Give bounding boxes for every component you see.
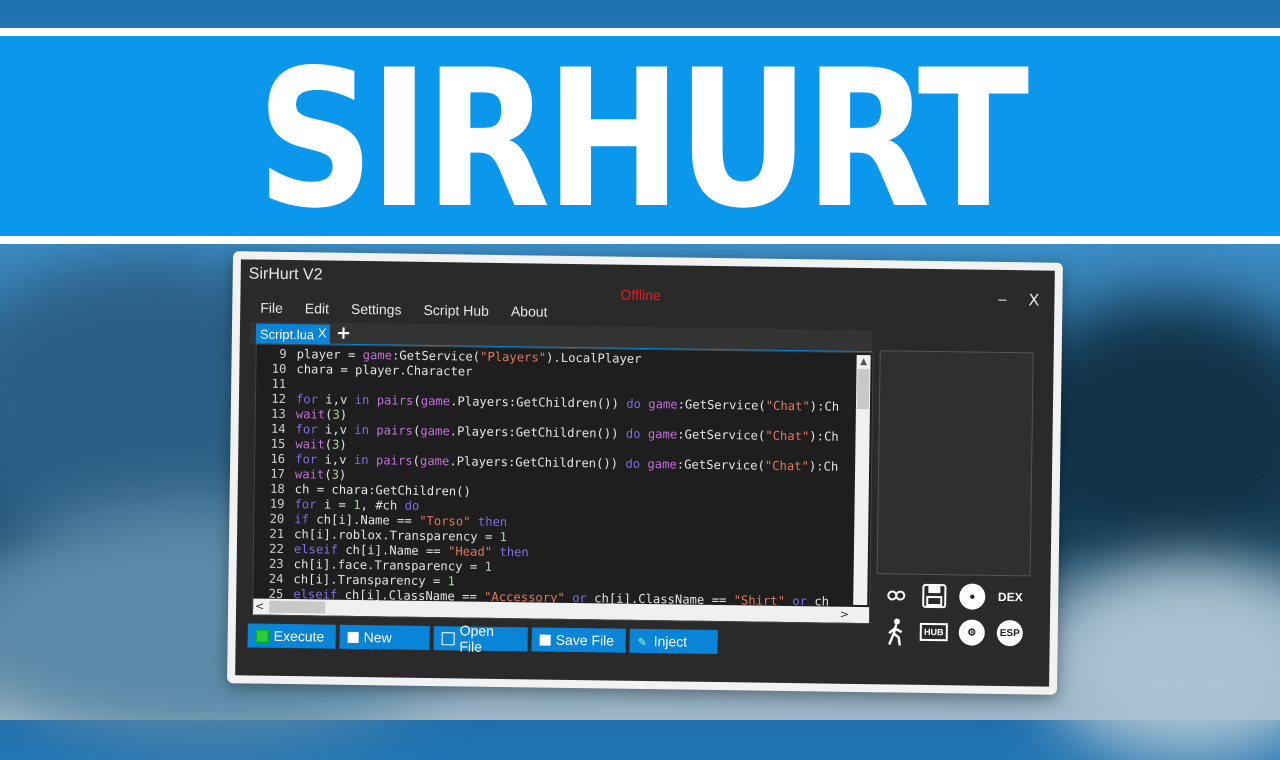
connection-status: Offline	[620, 287, 660, 304]
gears-icon[interactable]: ⚙	[956, 617, 988, 647]
vertical-scrollbar[interactable]: ▲	[853, 355, 870, 605]
line-code[interactable]: chara = player.Character	[296, 362, 472, 378]
line-number: 16	[255, 452, 285, 467]
window-title: SirHurt V2	[249, 265, 323, 284]
line-number: 10	[256, 362, 286, 377]
line-code[interactable]: ch[i].Transparency = 1	[293, 572, 455, 588]
title-banner: SIRHURT	[0, 36, 1280, 236]
esp-icon[interactable]: ESP	[994, 618, 1026, 648]
hub-scroll-icon[interactable]: HUB	[918, 617, 950, 647]
scroll-right-icon[interactable]: >	[840, 607, 849, 623]
app-window-frame: SirHurt V2 Offline _ X File Edit Setting…	[227, 251, 1063, 695]
new-button[interactable]: New	[340, 625, 430, 650]
line-number: 17	[255, 467, 285, 482]
line-code[interactable]: wait(3)	[295, 467, 347, 482]
code-lines[interactable]: 9player = game:GetService("Players").Loc…	[253, 347, 840, 610]
app-window: SirHurt V2 Offline _ X File Edit Setting…	[235, 259, 1055, 686]
line-code[interactable]: for i = 1, #ch do	[294, 497, 419, 513]
banner-title: SIRHURT	[256, 45, 1024, 235]
inject-label: Inject	[654, 633, 688, 649]
menu-about[interactable]: About	[503, 299, 556, 324]
menu-file[interactable]: File	[252, 296, 291, 321]
esp-label: ESP	[1000, 627, 1020, 638]
line-number: 23	[254, 557, 284, 572]
action-buttons: Execute New Open File Save File ✎ Inject	[248, 623, 718, 654]
line-code[interactable]: wait(3)	[295, 437, 347, 452]
line-code[interactable]: wait(3)	[296, 407, 348, 422]
walk-icon[interactable]	[880, 616, 912, 646]
menu-script-hub[interactable]: Script Hub	[415, 298, 497, 323]
tool-icons-grid: ● DEX HUB ⚙ ESP	[880, 580, 1031, 648]
menu-settings[interactable]: Settings	[343, 297, 410, 322]
tab-script-lua[interactable]: Script.lua X	[256, 324, 330, 345]
line-number: 9	[257, 347, 287, 362]
side-preview-panel	[877, 350, 1034, 576]
line-number: 22	[254, 542, 284, 557]
floppy-disk-icon[interactable]	[918, 581, 950, 611]
dex-label: DEX	[998, 590, 1023, 604]
new-file-icon	[348, 631, 359, 642]
hub-label: HUB	[920, 623, 948, 641]
execute-icon	[256, 629, 269, 642]
add-tab-icon[interactable]: +	[336, 323, 351, 344]
save-file-button[interactable]: Save File	[531, 627, 625, 652]
execute-label: Execute	[274, 628, 325, 645]
dex-icon[interactable]: DEX	[994, 582, 1026, 612]
line-number: 18	[255, 482, 285, 497]
new-label: New	[364, 629, 392, 645]
line-number: 11	[256, 377, 286, 392]
globe-icon[interactable]: ●	[956, 581, 988, 611]
background-water	[1040, 560, 1280, 760]
code-editor[interactable]: 9player = game:GetService("Players").Loc…	[252, 344, 874, 625]
inject-icon: ✎	[638, 635, 649, 646]
open-file-label: Open File	[459, 622, 520, 655]
menu-edit[interactable]: Edit	[297, 296, 337, 321]
tab-close-icon[interactable]: X	[318, 325, 327, 340]
line-number: 20	[254, 512, 284, 527]
line-number: 15	[255, 437, 285, 452]
menu-bar: File Edit Settings Script Hub About	[252, 296, 562, 324]
line-code[interactable]: if ch[i].Name == "Torso" then	[294, 512, 507, 529]
infinite-yield-icon[interactable]	[880, 580, 912, 610]
line-number: 21	[254, 527, 284, 542]
banner-bottom-stripe	[0, 236, 1280, 244]
line-number: 14	[255, 422, 285, 437]
save-file-label: Save File	[556, 632, 615, 649]
execute-button[interactable]: Execute	[248, 623, 336, 648]
open-file-button[interactable]: Open File	[434, 626, 528, 651]
tab-label: Script.lua	[260, 326, 314, 342]
line-number: 24	[253, 572, 283, 587]
line-number: 13	[256, 407, 286, 422]
line-code[interactable]: ch[i].roblox.Transparency = 1	[294, 527, 507, 544]
line-number: 12	[256, 392, 286, 407]
inject-button[interactable]: ✎ Inject	[629, 629, 717, 654]
line-number: 19	[254, 497, 284, 512]
scroll-left-icon[interactable]: <	[255, 599, 264, 615]
line-code[interactable]: ch = chara:GetChildren()	[295, 482, 471, 498]
line-code[interactable]: ch[i].face.Transparency = 1	[294, 557, 492, 574]
close-button[interactable]: X	[1028, 290, 1039, 309]
scroll-up-icon[interactable]: ▲	[856, 355, 870, 369]
vertical-scroll-thumb[interactable]	[857, 369, 870, 409]
minimize-button[interactable]: _	[998, 282, 1008, 300]
horizontal-scroll-thumb[interactable]	[269, 601, 325, 614]
save-icon	[540, 634, 551, 645]
open-folder-icon	[442, 632, 455, 645]
